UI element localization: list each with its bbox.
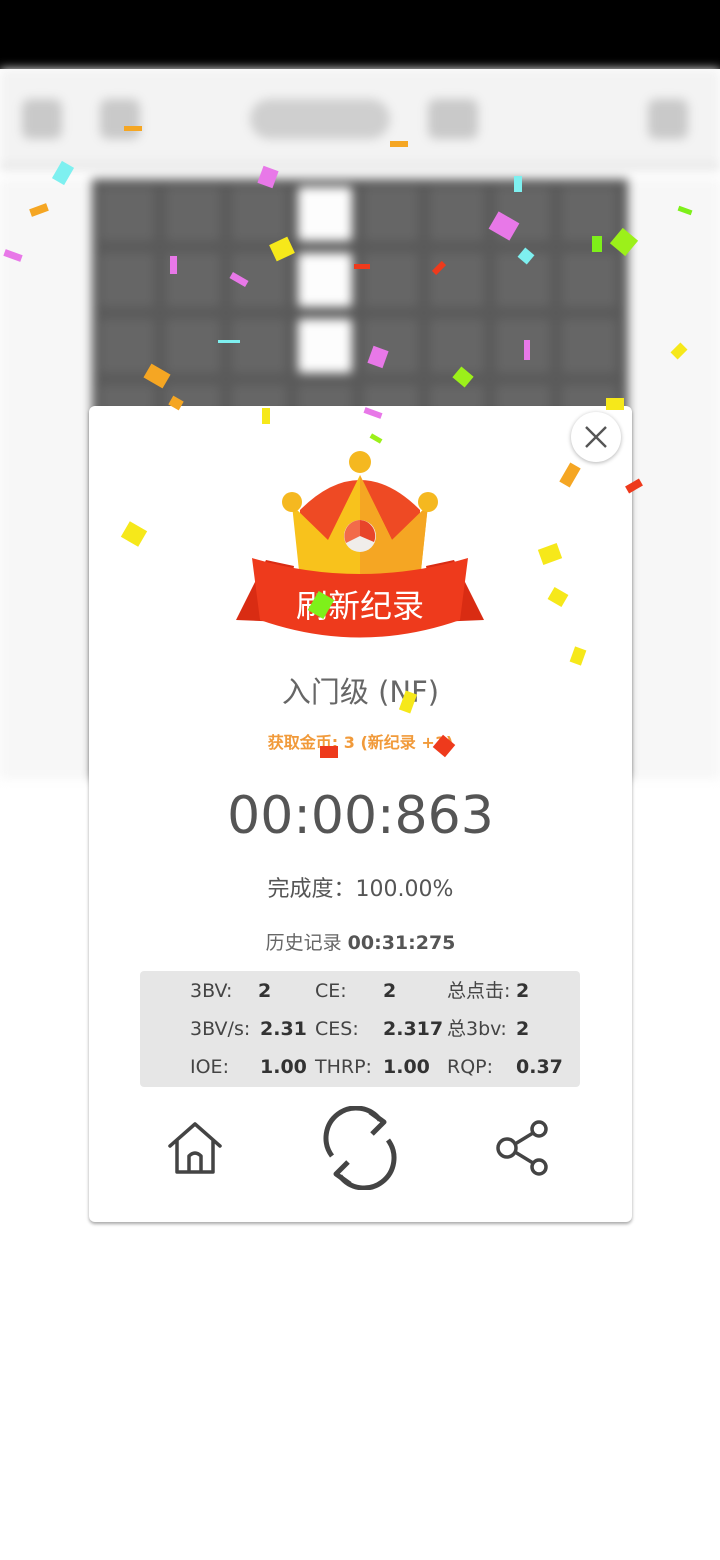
stat-label-total-3bv: 总3bv: [447,1018,507,1040]
stat-label-ces: CES: [315,1018,359,1040]
background-cell [298,253,352,307]
stat-label-ioe: IOE: [190,1056,229,1078]
right-margin [628,179,720,779]
stats-panel: 3BV: 2 CE: 2 总点击: 2 3BV/s: 2.31 CES: 2.3… [140,971,580,1087]
background-cell [562,253,616,307]
coins-earned: 获取金币: 3 (新纪录 +1) [267,733,454,752]
settings-icon [100,99,140,139]
edit-icon [648,99,688,139]
background-cell [562,319,616,373]
stat-label-total-clicks: 总点击: [447,980,511,1002]
background-cell [562,187,616,241]
mine-counter [250,99,390,139]
level-label: 入门级 (NF) [281,675,440,709]
share-button[interactable] [478,1105,568,1191]
completion-time: 00:00:863 [227,786,494,846]
confetti-piece [524,340,530,360]
background-cell [430,319,484,373]
stat-value-ce: 2 [383,980,397,1002]
timer-icon [428,99,478,139]
background-cell [298,187,352,241]
confetti-piece [592,236,602,252]
restart-button[interactable] [315,1100,405,1196]
confetti-piece [218,340,240,343]
home-button[interactable] [150,1105,240,1191]
left-margin [0,179,92,779]
confetti-piece [354,264,370,269]
home-icon [168,1122,222,1174]
banner-title: 刷新纪录 [295,587,424,625]
close-icon [585,426,607,448]
confetti-piece [262,408,270,424]
background-cell [298,319,352,373]
stat-value-thrp: 1.00 [383,1056,430,1078]
close-button[interactable] [571,412,621,462]
confetti-piece [320,746,338,758]
background-cell [364,187,418,241]
stat-value-ces: 2.317 [383,1018,444,1040]
stat-label-3bvs: 3BV/s: [190,1018,251,1040]
background-cell [166,319,220,373]
background-cell [232,187,286,241]
stat-label-ce: CE: [315,980,347,1002]
completion-rate: 完成度：100.00% [267,877,454,902]
confetti-piece [390,141,408,147]
stat-label-rqp: RQP: [447,1056,494,1078]
background-cell [496,319,550,373]
stat-value-total-3bv: 2 [516,1018,530,1040]
confetti-piece [124,126,142,131]
stat-value-ioe: 1.00 [260,1056,307,1078]
confetti-piece [514,176,522,192]
background-toolbar [0,69,720,170]
background-cell [100,319,154,373]
back-icon [22,99,62,139]
stat-label-thrp: THRP: [315,1056,372,1078]
stat-value-total-clicks: 2 [516,980,530,1002]
stat-value-rqp: 0.37 [516,1056,563,1078]
background-cell [232,319,286,373]
stat-value-3bv: 2 [258,980,272,1002]
history-time: 00:31:275 [347,932,456,954]
history-record: 历史记录 00:31:275 [89,927,632,959]
stat-label-3bv: 3BV: [190,980,233,1002]
stat-value-3bvs: 2.31 [260,1018,307,1040]
share-icon [496,1120,548,1176]
background-cell [166,187,220,241]
history-label: 历史记录 [265,932,342,954]
background-cell [364,319,418,373]
background-cell [430,253,484,307]
confetti-piece [606,398,624,410]
background-cell [100,253,154,307]
background-cell [364,253,418,307]
confetti-piece [170,256,177,274]
restart-icon [323,1106,397,1190]
background-cell [430,187,484,241]
status-bar [0,0,720,69]
background-cell [100,187,154,241]
